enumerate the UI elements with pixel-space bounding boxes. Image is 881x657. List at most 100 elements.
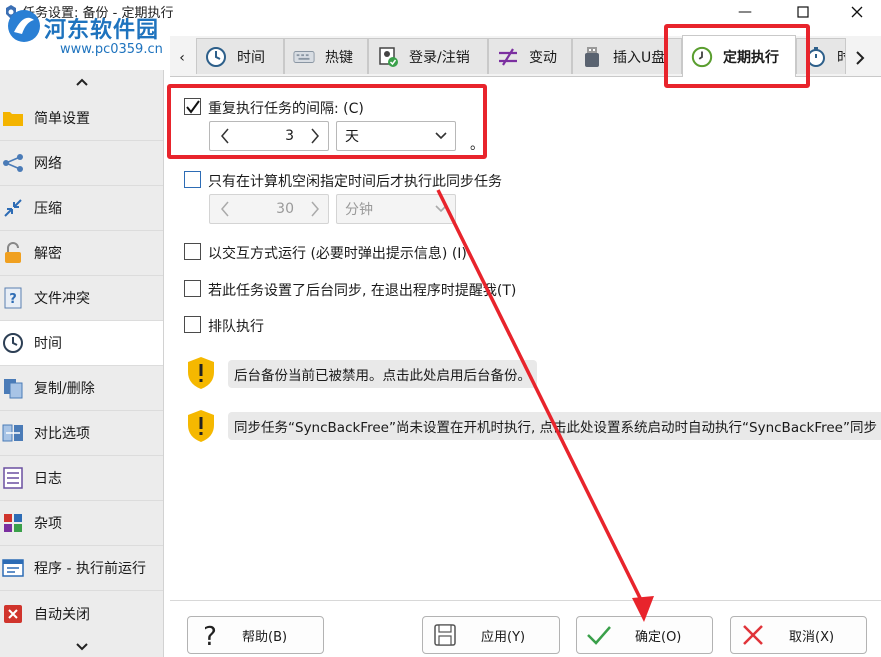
sidebar-item-label: 程序 - 执行前运行 bbox=[34, 561, 146, 577]
repeat-checkbox[interactable] bbox=[184, 98, 201, 115]
repeat-unit-select[interactable]: 天 bbox=[336, 121, 456, 151]
tab-label: 插入U盘 bbox=[613, 49, 666, 66]
minimize-icon: — bbox=[738, 4, 752, 20]
background-remind-checkbox[interactable] bbox=[184, 280, 201, 297]
sidebar-scroll-down-button[interactable] bbox=[0, 637, 163, 657]
sidebar-item-compress[interactable]: 压缩 bbox=[0, 186, 163, 231]
checkmark-icon bbox=[185, 99, 200, 114]
startup-notice[interactable]: 同步任务“SyncBackFree”尚未设置在开机时执行, 点击此处设置系统启动… bbox=[228, 412, 881, 440]
sidebar-item-compare-options[interactable]: 对比选项 bbox=[0, 411, 163, 456]
sidebar-item-label: 复制/删除 bbox=[34, 381, 95, 397]
keyboard-icon bbox=[293, 46, 315, 68]
sidebar-item-simple-settings[interactable]: 简单设置 bbox=[0, 96, 163, 141]
checkmark-icon bbox=[581, 617, 617, 653]
chevron-up-icon bbox=[75, 78, 88, 86]
maximize-icon bbox=[797, 6, 809, 18]
apply-button[interactable]: 应用(Y) bbox=[422, 616, 560, 654]
repeat-unit-value: 天 bbox=[345, 129, 359, 145]
tab-label: 时间 bbox=[237, 49, 265, 66]
queue-checkbox[interactable] bbox=[184, 316, 201, 333]
idle-minutes-stepper[interactable]: 30 bbox=[209, 194, 329, 224]
background-backup-notice[interactable]: 后台备份当前已被禁用。点击此处启用后台备份。 bbox=[228, 360, 537, 388]
watermark-url: www.pc0359.cn bbox=[60, 42, 163, 57]
clock-icon bbox=[2, 332, 24, 354]
sidebar-item-label: 日志 bbox=[34, 471, 62, 487]
repeat-interval-stepper[interactable]: 3 bbox=[209, 121, 329, 151]
sidebar-item-label: 自动关闭 bbox=[34, 606, 90, 623]
queue-label: 排队执行 bbox=[208, 319, 264, 335]
idle-checkbox[interactable] bbox=[184, 171, 201, 188]
copy-icon bbox=[2, 377, 24, 399]
svg-text:?: ? bbox=[203, 622, 217, 649]
sidebar-item-label: 对比选项 bbox=[34, 426, 90, 442]
sidebar-item-misc[interactable]: 杂项 bbox=[0, 501, 163, 546]
compare-icon bbox=[2, 422, 24, 444]
cancel-button[interactable]: 取消(X) bbox=[730, 616, 867, 654]
ok-button-label: 确定(O) bbox=[635, 629, 682, 645]
lock-icon bbox=[2, 242, 24, 264]
chevron-down-icon bbox=[435, 205, 447, 213]
sidebar-item-decrypt[interactable]: 解密 bbox=[0, 231, 163, 276]
maximize-button[interactable] bbox=[780, 0, 826, 24]
sidebar-item-network[interactable]: 网络 bbox=[0, 141, 163, 186]
repeat-trailing-text: 。 bbox=[470, 137, 484, 153]
decrement-icon[interactable] bbox=[210, 201, 240, 217]
warning-shield-icon bbox=[186, 409, 216, 443]
repeat-interval-value: 3 bbox=[285, 128, 294, 144]
chevron-down-icon bbox=[75, 643, 88, 651]
chevron-right-icon bbox=[856, 51, 865, 65]
sidebar-item-log[interactable]: 日志 bbox=[0, 456, 163, 501]
help-button-label: 帮助(B) bbox=[242, 629, 288, 645]
chevron-down-icon bbox=[435, 132, 447, 140]
increment-icon[interactable] bbox=[302, 128, 328, 144]
network-icon bbox=[2, 152, 24, 174]
tab-change[interactable]: 变动 bbox=[488, 38, 572, 74]
save-icon bbox=[427, 617, 463, 653]
sidebar-item-label: 压缩 bbox=[34, 201, 62, 217]
interactive-checkbox[interactable] bbox=[184, 243, 201, 260]
idle-label: 只有在计算机空闲指定时间后才执行此同步任务 bbox=[208, 174, 502, 190]
sidebar-item-time[interactable]: 时间 bbox=[0, 321, 163, 366]
idle-minutes-value: 30 bbox=[276, 201, 294, 217]
close-icon bbox=[851, 6, 863, 18]
decrement-icon[interactable] bbox=[210, 128, 240, 144]
tab-scroll-right-button[interactable] bbox=[848, 44, 872, 72]
idle-unit-select[interactable]: 分钟 bbox=[336, 194, 456, 224]
change-icon bbox=[497, 46, 519, 68]
close-window-button[interactable] bbox=[834, 0, 880, 24]
tab-scroll-left-button[interactable]: ‹ bbox=[170, 44, 194, 72]
sidebar-item-label: 网络 bbox=[34, 156, 62, 172]
sidebar-item-file-conflict[interactable]: ? 文件冲突 bbox=[0, 276, 163, 321]
sidebar-item-label: 文件冲突 bbox=[34, 291, 90, 307]
tab-label: 热键 bbox=[325, 49, 353, 66]
sidebar-scroll-up-button[interactable] bbox=[0, 70, 163, 94]
clock-icon bbox=[205, 46, 227, 68]
background-remind-label: 若此任务设置了后台同步, 在退出程序时提醒我(T) bbox=[208, 283, 517, 299]
help-icon: ? bbox=[192, 617, 228, 653]
sidebar-item-copy-delete[interactable]: 复制/删除 bbox=[0, 366, 163, 411]
idle-unit-value: 分钟 bbox=[345, 202, 373, 218]
help-button[interactable]: ? 帮助(B) bbox=[187, 616, 324, 654]
minimize-button[interactable]: — bbox=[722, 0, 768, 24]
login-icon bbox=[377, 46, 399, 68]
program-icon bbox=[2, 557, 24, 579]
notice-text: 后台备份当前已被禁用。点击此处启用后台备份。 bbox=[234, 368, 531, 384]
tab-highlight-box bbox=[664, 24, 810, 88]
tab-time[interactable]: 时间 bbox=[196, 38, 284, 74]
increment-icon[interactable] bbox=[302, 201, 328, 217]
sidebar-item-label: 解密 bbox=[34, 246, 62, 262]
apply-button-label: 应用(Y) bbox=[481, 629, 526, 645]
watermark-logo-icon bbox=[8, 10, 40, 42]
tab-login-logout[interactable]: 登录/注销 bbox=[368, 38, 488, 74]
svg-text:?: ? bbox=[9, 292, 17, 307]
folder-icon bbox=[2, 107, 24, 129]
sidebar-item-label: 简单设置 bbox=[34, 111, 90, 127]
sidebar-item-auto-close[interactable]: 自动关闭 bbox=[0, 591, 163, 636]
cancel-button-label: 取消(X) bbox=[789, 629, 835, 645]
tab-hotkey[interactable]: 热键 bbox=[284, 38, 368, 74]
sidebar-item-program-before[interactable]: 程序 - 执行前运行 bbox=[0, 546, 163, 591]
sidebar-item-label: 时间 bbox=[34, 336, 62, 352]
cancel-x-icon bbox=[735, 617, 771, 653]
ok-button[interactable]: 确定(O) bbox=[576, 616, 713, 654]
tab-label: 时 bbox=[837, 47, 845, 67]
